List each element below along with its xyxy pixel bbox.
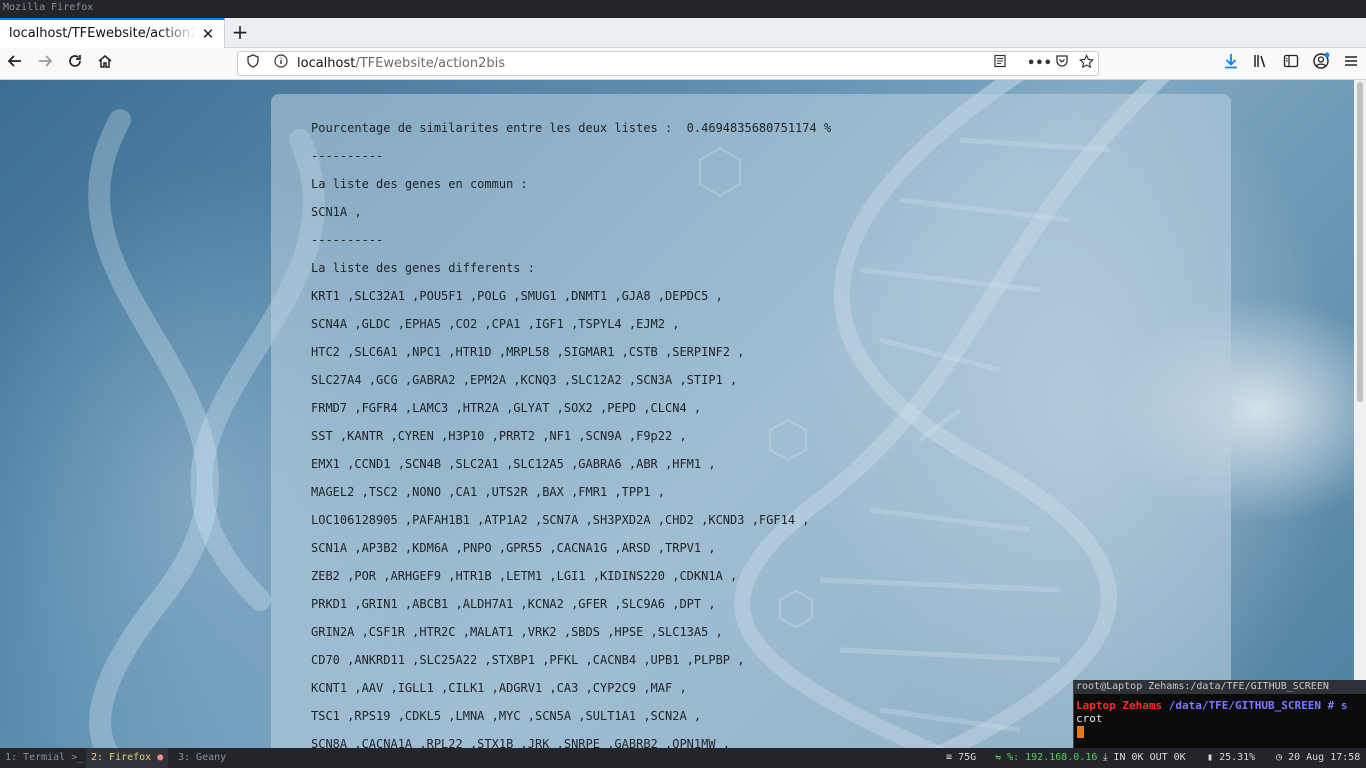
bookmark-star-icon[interactable]: [1076, 54, 1096, 74]
terminal-command: crot: [1076, 712, 1103, 725]
disk-status: ≡ 75G: [946, 748, 976, 768]
gene-list-row: MAGEL2 ,TSC2 ,NONO ,CA1 ,UTS2R ,BAX ,FMR…: [311, 485, 666, 499]
net-traffic-value: IN 0K OUT 0K: [1113, 752, 1186, 763]
gene-list-row: KCNT1 ,AAV ,IGLL1 ,CILK1 ,ADGRV1 ,CA3 ,C…: [311, 681, 687, 695]
tab-strip: localhost/TFEwebsite/action2bis ✕ +: [0, 18, 1366, 48]
scrollbar-thumb[interactable]: [1357, 82, 1363, 402]
disk-value: 75G: [958, 752, 977, 763]
account-icon[interactable]: [1309, 52, 1333, 76]
gene-list-row: GRIN2A ,CSF1R ,HTR2C ,MALAT1 ,VRK2 ,SBDS…: [311, 625, 723, 639]
tab-title-fade: [160, 20, 196, 48]
close-tab-icon[interactable]: ✕: [199, 25, 217, 43]
menu-icon[interactable]: [1339, 52, 1363, 76]
gene-list-row: PRKD1 ,GRIN1 ,ABCB1 ,ALDH7A1 ,KCNA2 ,GFE…: [311, 597, 716, 611]
pocket-icon[interactable]: [1052, 54, 1072, 74]
gene-list-row: SLC27A4 ,GCG ,GABRA2 ,EPM2A ,KCNQ3 ,SLC1…: [311, 373, 738, 387]
library-icon[interactable]: [1249, 52, 1273, 76]
separator-line: ----------: [311, 149, 384, 163]
workspace-2-label: 2: Firefox: [91, 752, 152, 763]
gene-list-row: TSC1 ,RPS19 ,CDKL5 ,LMNA ,MYC ,SCN5A ,SU…: [311, 709, 702, 723]
ip-value: %: 192.168.0.16: [1007, 752, 1098, 763]
status-bar: 1: Termial >_ 2: Firefox ● 3: Geany ≡ 75…: [0, 748, 1366, 768]
tracking-shield-icon[interactable]: [243, 54, 263, 74]
gene-list-row: SST ,KANTR ,CYREN ,H3P10 ,PRRT2 ,NF1 ,SC…: [311, 429, 687, 443]
ip-status: ⇋ %: 192.168.0.16: [995, 748, 1097, 768]
tab-active[interactable]: localhost/TFEwebsite/action2bis ✕: [0, 18, 225, 48]
cpu-chart-icon: ▮: [1207, 752, 1214, 763]
site-info-icon[interactable]: [271, 54, 291, 74]
terminal-window[interactable]: root@Laptop Zehams:/data/TFE/GITHUB_SCRE…: [1073, 680, 1366, 748]
terminal-title: root@Laptop Zehams:/data/TFE/GITHUB_SCRE…: [1074, 680, 1366, 694]
gene-list-row: LOC106128905 ,PAFAH1B1 ,ATP1A2 ,SCN7A ,S…: [311, 513, 810, 527]
forward-icon[interactable]: [33, 52, 57, 76]
different-genes-heading: La liste des genes differents :: [311, 261, 535, 275]
workspace-1[interactable]: 1: Termial >_: [0, 748, 88, 768]
navigation-toolbar: localhost/TFEwebsite/action2bis •••: [0, 48, 1366, 80]
downloads-icon[interactable]: [1219, 52, 1243, 76]
url-bar[interactable]: localhost/TFEwebsite/action2bis •••: [237, 51, 1099, 76]
common-genes-list: SCN1A ,: [311, 205, 362, 219]
gene-list-row: SCN8A ,CACNA1A ,RPL22 ,STX1B ,JRK ,SNRPE…: [311, 737, 731, 748]
gene-list-row: FRMD7 ,FGFR4 ,LAMC3 ,HTR2A ,GLYAT ,SOX2 …: [311, 401, 702, 415]
gene-list-row: CD70 ,ANKRD11 ,SLC25A22 ,STXBP1 ,PFKL ,C…: [311, 653, 745, 667]
window-manager-title: Mozilla Firefox: [0, 0, 1366, 18]
clock-icon: ◷: [1276, 752, 1283, 763]
net-traffic-status: ⤓ IN 0K OUT 0K: [1103, 748, 1186, 768]
workspace-3[interactable]: 3: Geany: [173, 748, 231, 768]
new-tab-icon[interactable]: +: [229, 21, 251, 45]
terminal-prompt: Laptop Zehams /data/TFE/GITHUB_SCREEN # …: [1076, 699, 1348, 712]
gene-list-row: ZEB2 ,POR ,ARHGEF9 ,HTR1B ,LETM1 ,LGI1 ,…: [311, 569, 738, 583]
similarity-percentage-line: Pourcentage de similarites entre les deu…: [311, 121, 832, 135]
prompt-host: Laptop Zehams: [1076, 699, 1163, 712]
back-icon[interactable]: [3, 52, 27, 76]
url-text: localhost/TFEwebsite/action2bis: [297, 56, 505, 71]
cpu-value: 25.31%: [1219, 752, 1256, 763]
network-icon: ⇋: [995, 752, 1002, 763]
disk-icon: ≡: [946, 752, 953, 763]
gene-list-row: SCN1A ,AP3B2 ,KDM6A ,PNPO ,GPR55 ,CACNA1…: [311, 541, 716, 555]
sidebar-icon[interactable]: [1279, 52, 1303, 76]
workspace-2[interactable]: 2: Firefox ●: [86, 748, 169, 768]
download-icon: ⤓: [1103, 752, 1108, 763]
home-icon[interactable]: [93, 52, 117, 76]
terminal-cursor: [1077, 726, 1084, 738]
reader-view-icon[interactable]: [990, 54, 1010, 74]
url-host: localhost: [297, 56, 356, 71]
page-scrollbar[interactable]: [1354, 80, 1366, 748]
clock-value: 20 Aug 17:58: [1288, 752, 1361, 763]
separator-line: ----------: [311, 233, 384, 247]
firefox-icon: ●: [157, 752, 164, 763]
gene-list-row: HTC2 ,SLC6A1 ,NPC1 ,HTR1D ,MRPL58 ,SIGMA…: [311, 345, 745, 359]
common-genes-heading: La liste des genes en commun :: [311, 177, 528, 191]
page-viewport: Pourcentage de similarites entre les deu…: [0, 80, 1354, 748]
prompt-path: /data/TFE/GITHUB_SCREEN: [1168, 699, 1322, 712]
cpu-status: ▮ 25.31%: [1207, 748, 1255, 768]
reload-icon[interactable]: [63, 52, 87, 76]
gene-list-row: EMX1 ,CCND1 ,SCN4B ,SLC2A1 ,SLC12A5 ,GAB…: [311, 457, 716, 471]
url-path: /TFEwebsite/action2bis: [355, 56, 506, 71]
clock-status: ◷ 20 Aug 17:58: [1276, 748, 1360, 768]
results-panel: Pourcentage de similarites entre les deu…: [271, 94, 1231, 748]
gene-list-row: SCN4A ,GLDC ,EPHA5 ,CO2 ,CPA1 ,IGF1 ,TSP…: [311, 317, 680, 331]
page-actions-icon[interactable]: •••: [1027, 54, 1052, 74]
prompt-symbol: # s: [1327, 699, 1348, 712]
gene-list-row: KRT1 ,SLC32A1 ,POU5F1 ,POLG ,SMUG1 ,DNMT…: [311, 289, 723, 303]
